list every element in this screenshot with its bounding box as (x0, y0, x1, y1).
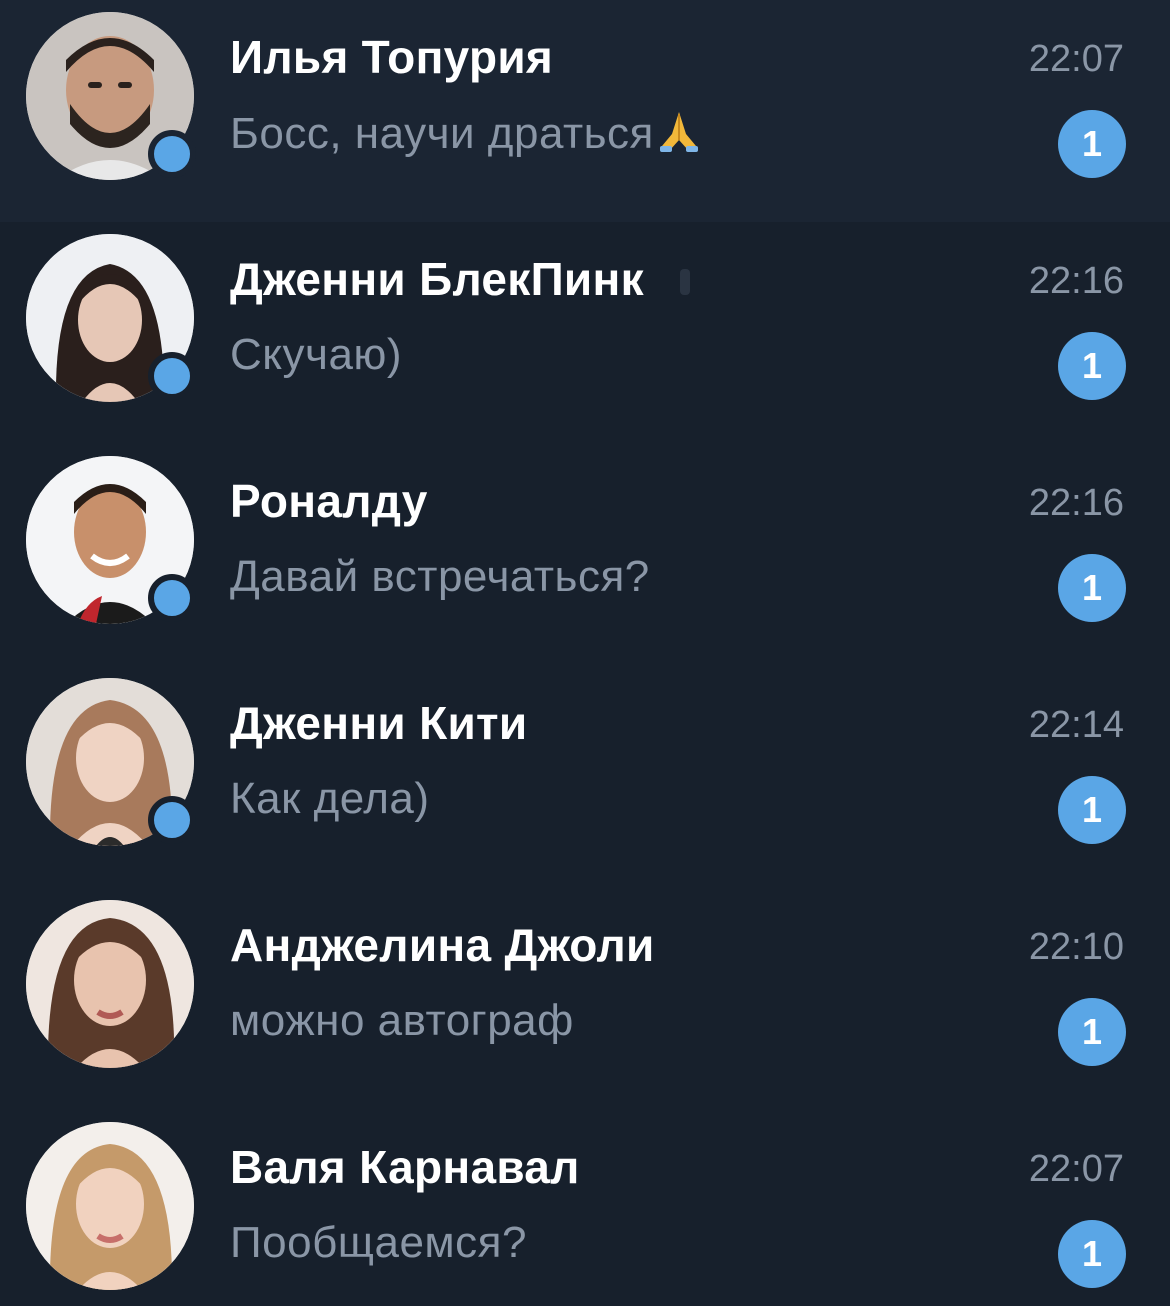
unread-badge: 1 (1058, 1220, 1126, 1288)
chat-time: 22:07 (1028, 1148, 1124, 1190)
avatar-photo-woman-brown-hair (26, 900, 194, 1068)
chat-name: Валя Карнавал (230, 1141, 580, 1193)
chat-name: Дженни БлекПинк (230, 252, 690, 306)
avatar (26, 900, 194, 1068)
chat-item[interactable]: Валя Карнавал Пообщаемся? 22:07 1 (0, 1110, 1170, 1306)
avatar-container (26, 12, 196, 180)
chat-name: Дженни Кити (230, 697, 528, 749)
online-indicator (148, 352, 196, 400)
online-indicator (148, 796, 196, 844)
online-indicator (148, 574, 196, 622)
chat-time: 22:10 (1028, 926, 1124, 968)
unread-badge: 1 (1058, 998, 1126, 1066)
chat-item[interactable]: Роналду Давай встречаться? 22:16 1 (0, 444, 1170, 666)
avatar-container (26, 456, 196, 624)
chat-item[interactable]: Илья Топурия Босс, научи драться 22:07 1 (0, 0, 1170, 222)
chat-preview: Скучаю) (230, 330, 403, 379)
chat-preview: Пообщаемся? (230, 1218, 527, 1267)
avatar-photo-woman-blonde (26, 1122, 194, 1290)
unread-badge: 1 (1058, 110, 1126, 178)
chat-name-text: Дженни БлекПинк (230, 253, 644, 305)
avatar-container (26, 678, 196, 846)
chat-preview: Босс, научи драться (230, 108, 702, 165)
unread-badge: 1 (1058, 332, 1126, 400)
folded-hands-icon (656, 108, 702, 165)
chat-list: Илья Топурия Босс, научи драться 22:07 1… (0, 0, 1170, 1306)
chat-preview: Как дела) (230, 774, 430, 823)
chat-preview: Давай встречаться? (230, 552, 650, 601)
chat-item[interactable]: Дженни Кити Как дела) 22:14 1 (0, 666, 1170, 888)
chat-time: 22:16 (1028, 482, 1124, 524)
chat-preview-text: Босс, научи драться (230, 109, 654, 158)
avatar-container (26, 900, 194, 1068)
chat-name: Роналду (230, 475, 428, 527)
unread-badge: 1 (1058, 776, 1126, 844)
avatar (26, 1122, 194, 1290)
muted-icon (679, 269, 690, 295)
avatar-container (26, 234, 196, 402)
chat-name: Илья Топурия (230, 31, 554, 83)
chat-name: Анджелина Джоли (230, 919, 655, 971)
online-indicator (148, 130, 196, 178)
chat-time: 22:16 (1028, 260, 1124, 302)
chat-time: 22:07 (1028, 38, 1124, 80)
chat-item[interactable]: Анджелина Джоли можно автограф 22:10 1 (0, 888, 1170, 1110)
avatar-container (26, 1122, 194, 1290)
unread-badge: 1 (1058, 554, 1126, 622)
chat-time: 22:14 (1028, 704, 1124, 746)
chat-item[interactable]: Дженни БлекПинк Скучаю) 22:16 1 (0, 222, 1170, 444)
chat-preview: можно автограф (230, 996, 574, 1045)
